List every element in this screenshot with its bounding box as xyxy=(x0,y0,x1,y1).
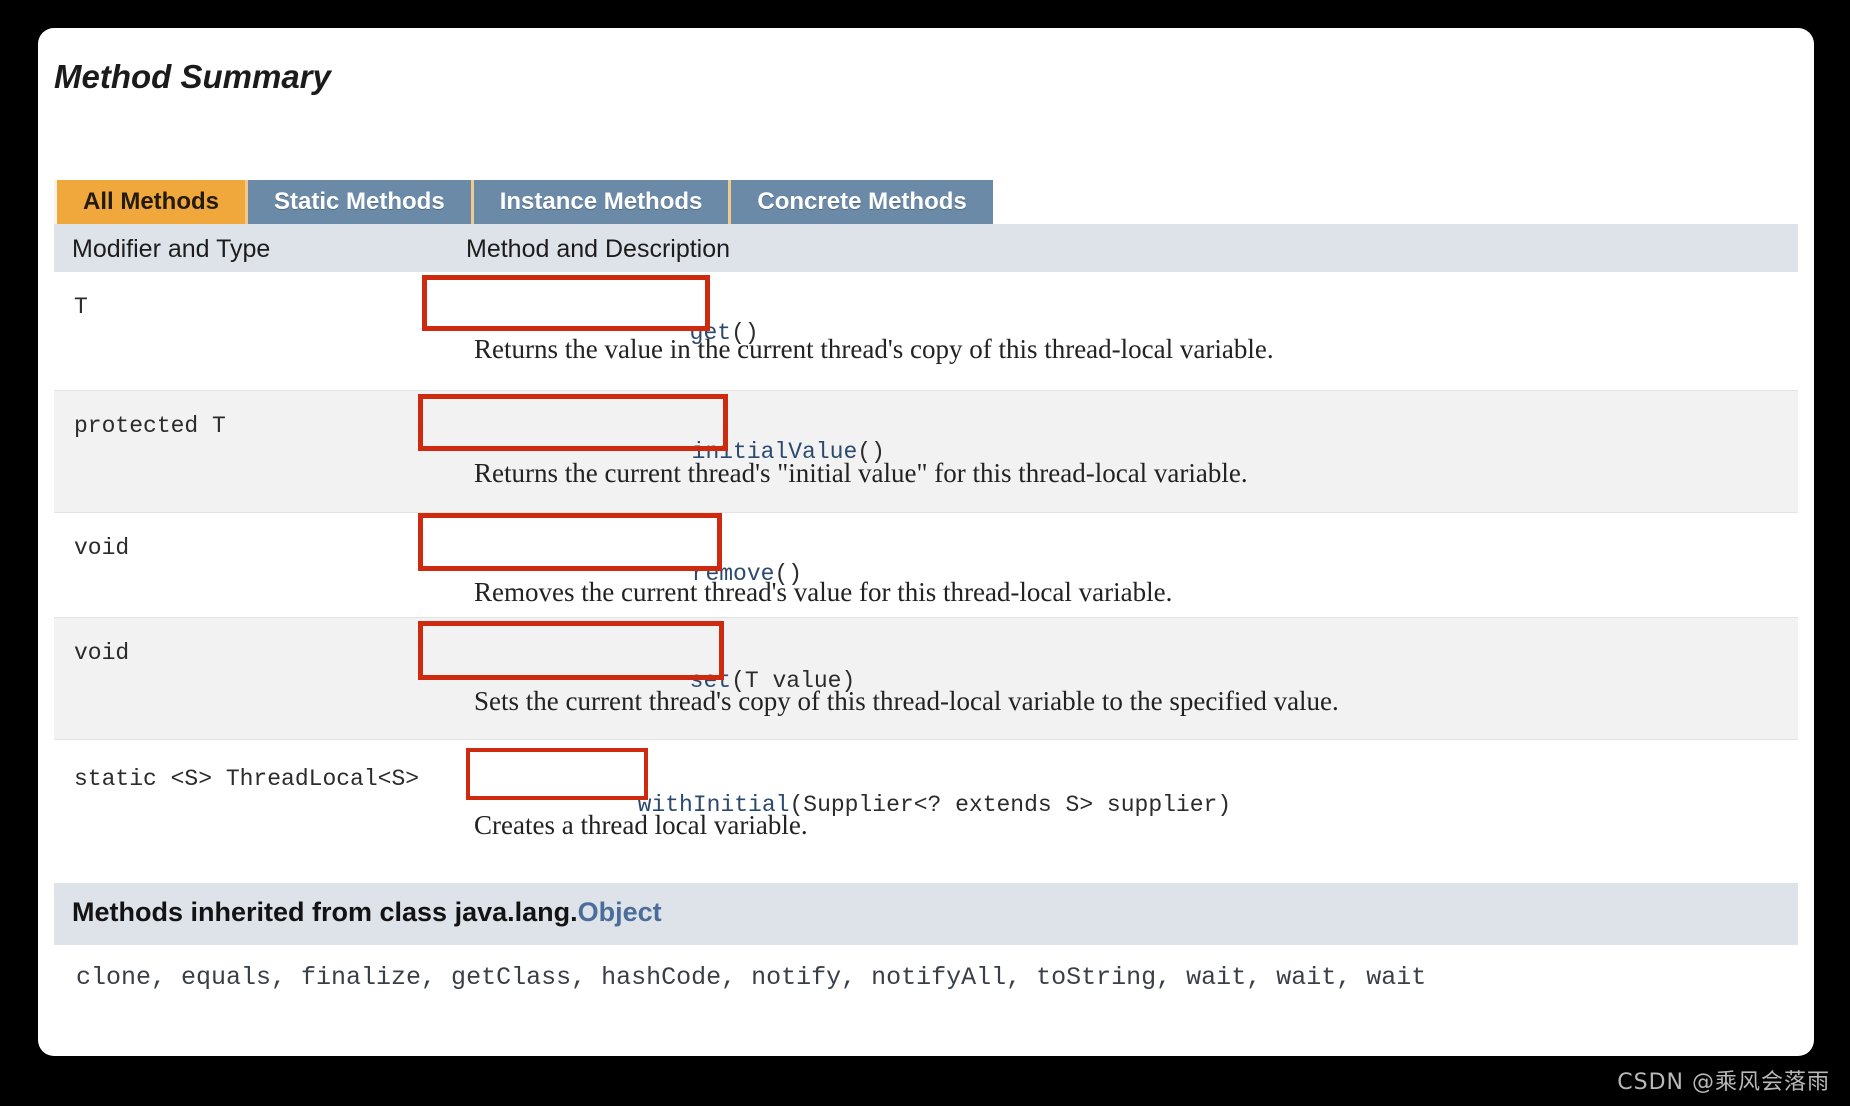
tab-static-methods[interactable]: Static Methods xyxy=(245,180,471,224)
inherited-methods-names: clone, equals, finalize, getClass, hashC… xyxy=(76,963,1427,992)
table-row: void remove() Removes the current thread… xyxy=(54,513,1798,618)
inherited-methods-list: clone, equals, finalize, getClass, hashC… xyxy=(54,945,1798,1056)
tab-all-methods[interactable]: All Methods xyxy=(54,180,245,224)
method-description: Returns the value in the current thread'… xyxy=(474,334,1274,364)
tab-concrete-methods-label: Concrete Methods xyxy=(757,188,967,215)
tab-concrete-methods[interactable]: Concrete Methods xyxy=(728,180,993,224)
row-modifier-type: protected T xyxy=(74,413,226,439)
method-description: Removes the current thread's value for t… xyxy=(474,577,1173,607)
watermark: CSDN @乘风会落雨 xyxy=(1617,1070,1830,1095)
table-row: protected T initialValue() Returns the c… xyxy=(54,391,1798,513)
javadoc-method-summary-inner: Method Summary All Methods Static Method… xyxy=(38,28,1814,1056)
tab-all-methods-label: All Methods xyxy=(83,188,219,215)
tab-instance-methods[interactable]: Instance Methods xyxy=(470,180,729,224)
column-header-method-and-description: Method and Description xyxy=(466,235,731,263)
table-row: T get() Returns the value in the current… xyxy=(54,272,1798,391)
page-title: Method Summary xyxy=(54,58,331,95)
inherited-heading-prefix: Methods inherited from class java.lang. xyxy=(72,897,578,927)
screenshot-root: Method Summary All Methods Static Method… xyxy=(0,0,1850,1106)
javadoc-method-summary-card: Method Summary All Methods Static Method… xyxy=(38,28,1814,1056)
row-modifier-type: static <S> ThreadLocal<S> xyxy=(74,766,420,792)
method-params: (Supplier<? extends S> supplier) xyxy=(789,792,1232,818)
method-description: Returns the current thread's "initial va… xyxy=(474,458,1248,488)
inherited-methods-heading: Methods inherited from class java.lang.O… xyxy=(72,897,662,928)
method-filter-tabs: All Methods Static Methods Instance Meth… xyxy=(54,180,993,224)
row-modifier-type: void xyxy=(74,535,130,561)
table-row: void set(T value) Sets the current threa… xyxy=(54,618,1798,740)
inherited-class-link[interactable]: Object xyxy=(578,897,662,927)
inherited-methods-header: Methods inherited from class java.lang.O… xyxy=(54,883,1798,945)
tab-static-methods-label: Static Methods xyxy=(274,188,445,215)
column-header-modifier-and-type: Modifier and Type xyxy=(72,235,271,263)
row-modifier-type: T xyxy=(74,294,88,320)
method-table-header: Modifier and Type Method and Description xyxy=(54,224,1798,272)
table-row: static <S> ThreadLocal<S> withInitial(Su… xyxy=(54,740,1798,858)
method-description: Sets the current thread's copy of this t… xyxy=(474,686,1339,716)
tab-instance-methods-label: Instance Methods xyxy=(499,188,703,215)
method-table-body: T get() Returns the value in the current… xyxy=(54,272,1798,858)
method-description: Creates a thread local variable. xyxy=(474,810,808,840)
row-modifier-type: void xyxy=(74,640,130,666)
